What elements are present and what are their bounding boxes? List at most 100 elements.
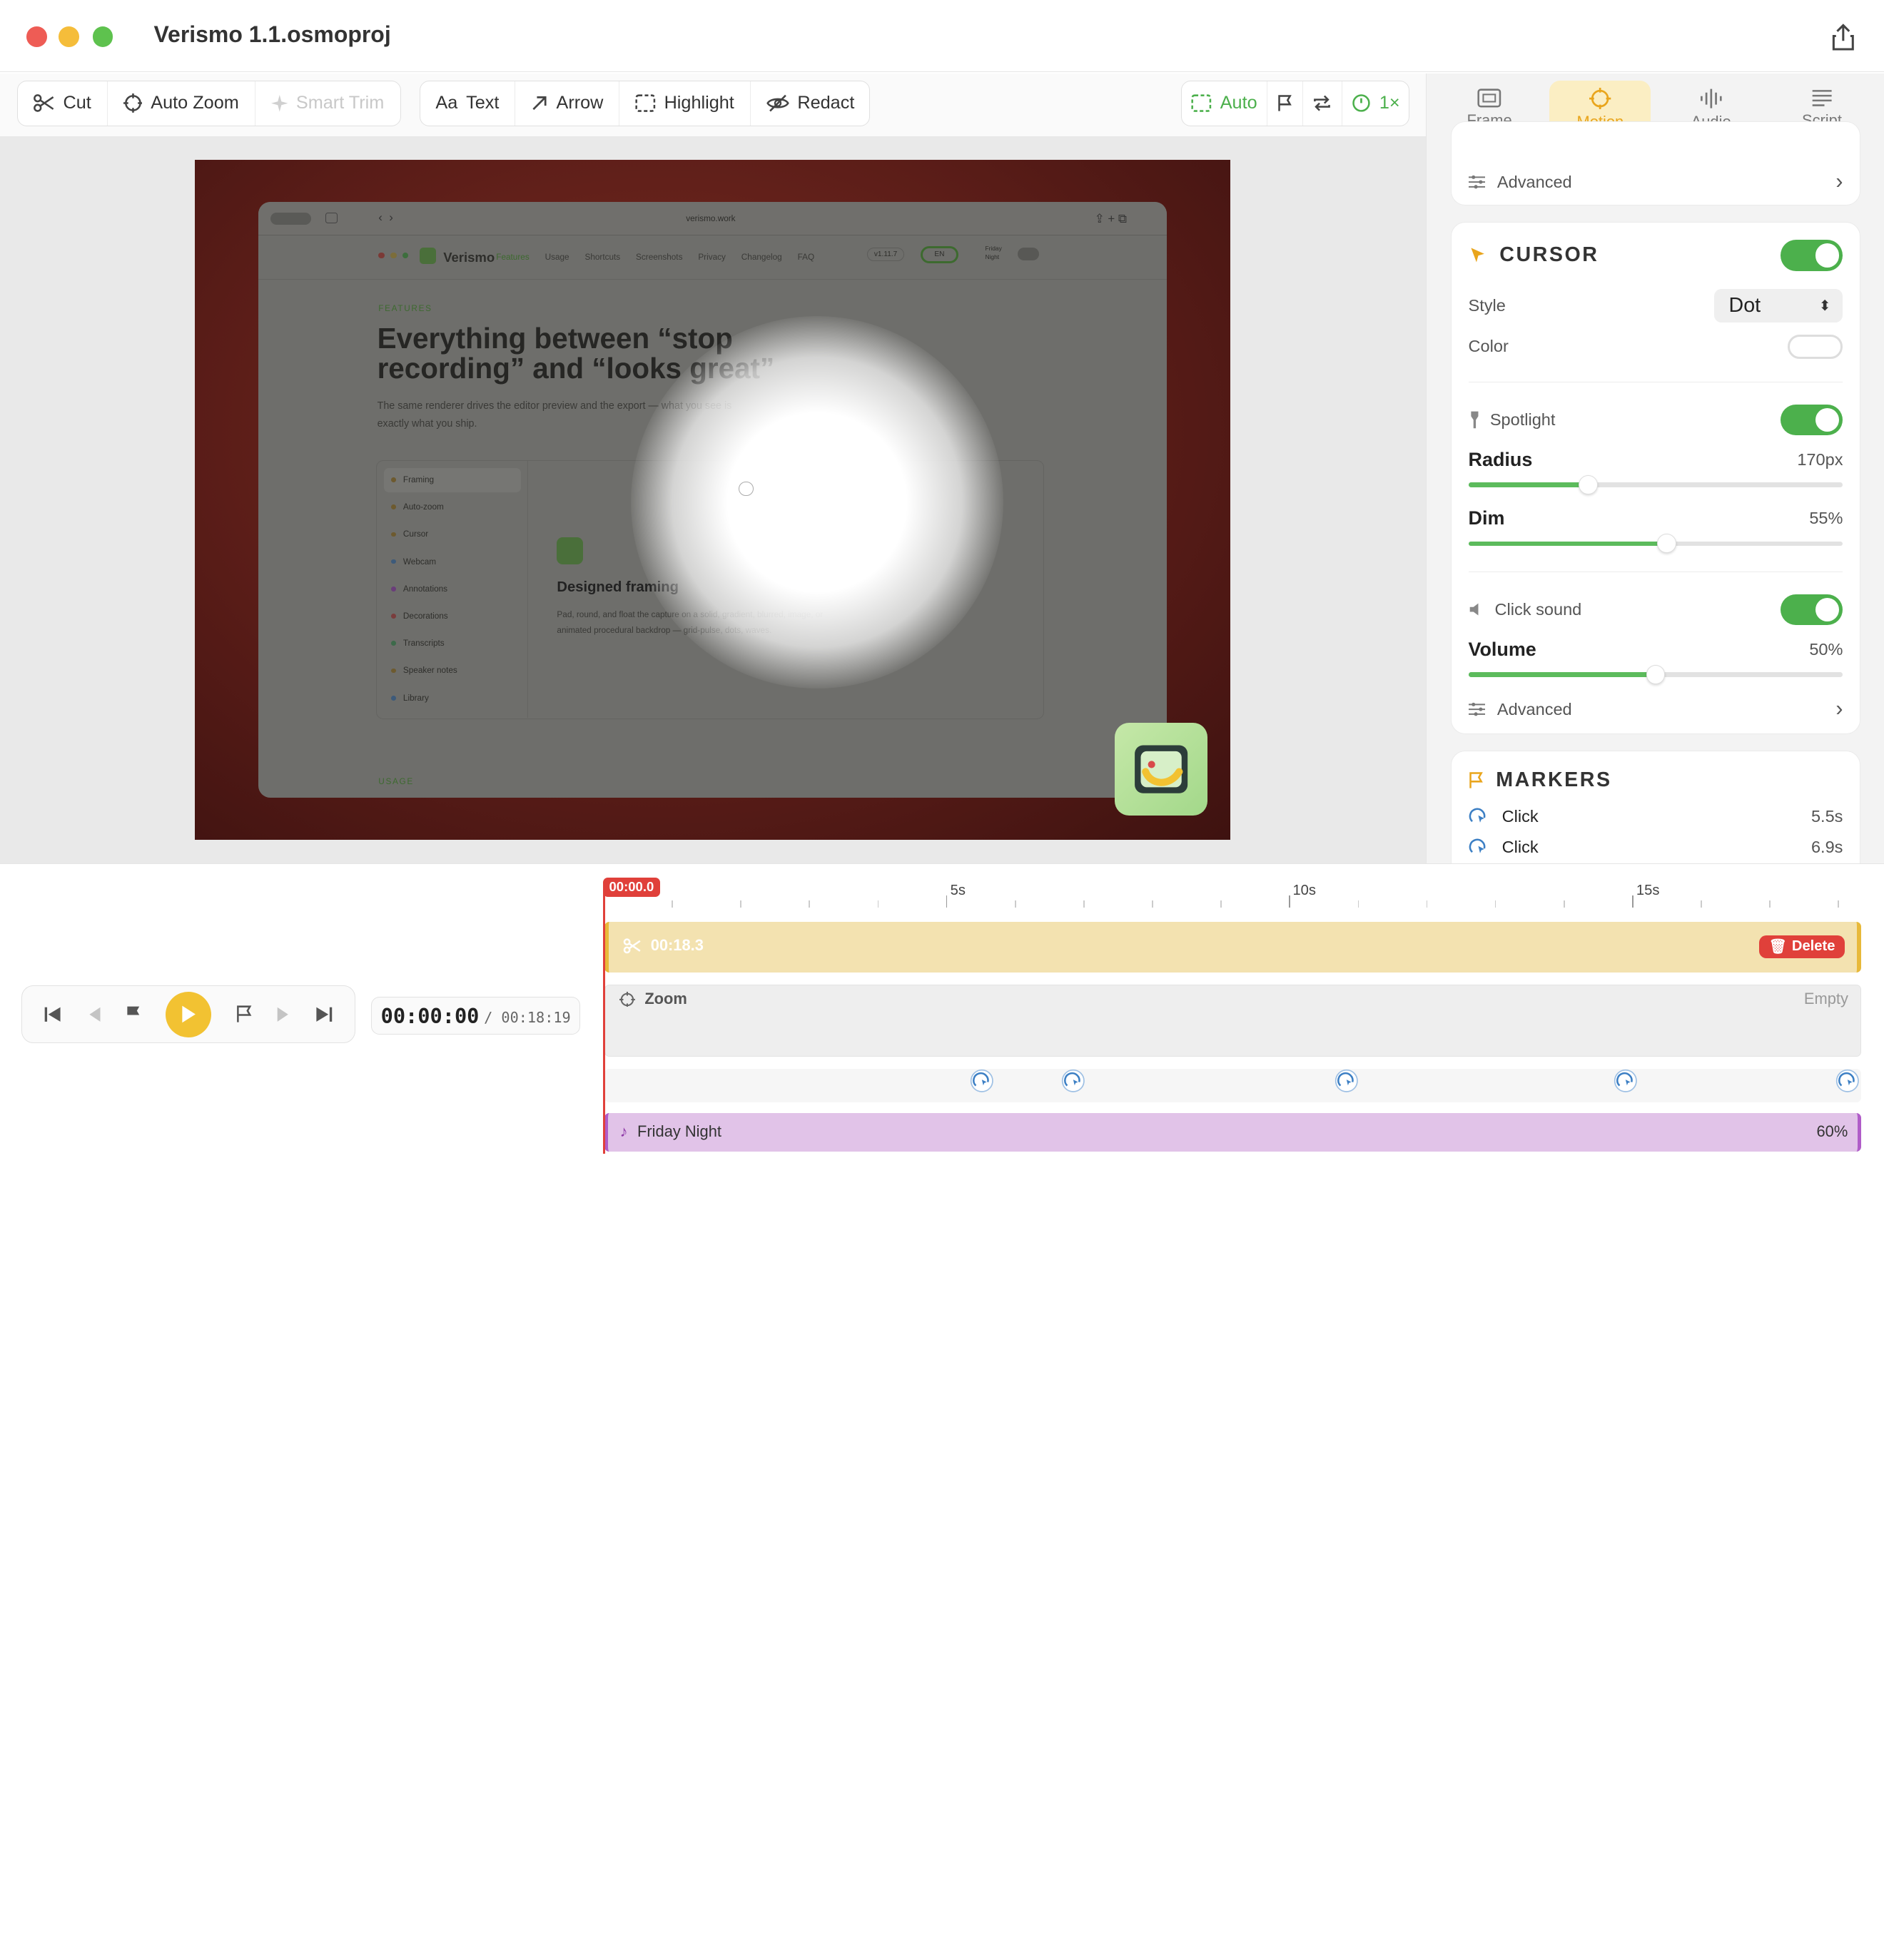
radius-label: Radius bbox=[1468, 448, 1533, 470]
feature-sidebar-item: Library bbox=[391, 694, 429, 703]
version-badge: v1.11.7 bbox=[867, 247, 904, 262]
smart-trim-button[interactable]: Smart Trim bbox=[255, 81, 400, 126]
marker-time: 5.5s bbox=[1810, 806, 1843, 826]
click-marker-icon[interactable] bbox=[1835, 1069, 1860, 1093]
loop-button[interactable] bbox=[1303, 81, 1342, 126]
style-select[interactable]: Dot ⬍ bbox=[1714, 289, 1843, 323]
slider-knob[interactable] bbox=[1579, 474, 1598, 494]
advanced-row-top[interactable]: Advanced › bbox=[1468, 170, 1843, 194]
play-button[interactable] bbox=[166, 991, 212, 1037]
marker-time: 6.9s bbox=[1810, 838, 1843, 857]
click-sound-toggle[interactable] bbox=[1780, 594, 1843, 626]
zoom-window-button[interactable] bbox=[92, 26, 113, 47]
volume-slider[interactable] bbox=[1468, 664, 1843, 684]
cursor-toggle[interactable] bbox=[1780, 240, 1843, 271]
clicks-track bbox=[604, 1068, 1861, 1102]
ruler-label: 10s bbox=[1292, 882, 1316, 898]
cut-button[interactable]: Cut bbox=[18, 81, 108, 126]
click-marker-icon[interactable] bbox=[1614, 1069, 1638, 1093]
dim-label: Dim bbox=[1468, 507, 1505, 529]
feature-sidebar-label: Webcam bbox=[402, 557, 437, 567]
playhead[interactable] bbox=[603, 885, 606, 1154]
skip-to-start-icon[interactable] bbox=[44, 1006, 63, 1023]
share-button[interactable] bbox=[1819, 14, 1867, 60]
ruler-tick bbox=[1838, 900, 1840, 908]
nav-link: Usage bbox=[545, 252, 569, 262]
color-swatch[interactable] bbox=[1788, 335, 1843, 359]
flag-icon bbox=[1277, 95, 1292, 111]
arrow-tool-button[interactable]: Arrow bbox=[515, 81, 620, 126]
flashlight-icon bbox=[1470, 411, 1478, 429]
divider bbox=[1468, 381, 1843, 383]
click-marker-icon[interactable] bbox=[1334, 1069, 1359, 1093]
timeline-area: 00:00:00 / 00:18:19 5s 10s 15s 00:18.3 🗑… bbox=[0, 863, 1884, 1154]
slider-fill bbox=[1468, 541, 1667, 547]
slider-fill bbox=[1468, 482, 1589, 487]
spotlight-row: Spotlight bbox=[1469, 404, 1843, 436]
text-tool-button[interactable]: Aa Text bbox=[420, 81, 516, 126]
close-window-button[interactable] bbox=[26, 26, 47, 47]
text-label: Text bbox=[466, 93, 500, 113]
scissors-icon bbox=[623, 938, 641, 953]
slider-knob[interactable] bbox=[1657, 534, 1677, 554]
timecode-display: 00:00:00 / 00:18:19 bbox=[371, 996, 581, 1035]
arrow-label: Arrow bbox=[556, 93, 604, 113]
frame-icon bbox=[1477, 88, 1501, 108]
feature-sidebar-label: Speaker notes bbox=[402, 666, 457, 676]
marker-item[interactable]: Click 6.9s bbox=[1469, 838, 1843, 857]
gauge-icon bbox=[1352, 94, 1370, 112]
highlight-tool-button[interactable]: Highlight bbox=[619, 81, 751, 126]
motion-icon bbox=[1589, 87, 1611, 109]
slider-knob[interactable] bbox=[1646, 664, 1666, 684]
skip-to-end-icon[interactable] bbox=[314, 1006, 333, 1023]
browser-actions-icons: ⇪ + ⧉ bbox=[1094, 212, 1127, 226]
webcam-overlay[interactable] bbox=[1115, 723, 1207, 816]
next-marker-icon[interactable] bbox=[236, 1005, 253, 1023]
click-marker-icon[interactable] bbox=[970, 1069, 994, 1093]
music-track[interactable]: ♪ Friday Night 60% bbox=[604, 1112, 1861, 1152]
delete-clip-button[interactable]: 🗑 Delete bbox=[1759, 935, 1845, 958]
ruler-tick bbox=[1769, 900, 1771, 908]
feature-sidebar-label: Transcripts bbox=[402, 639, 445, 649]
previous-marker-icon[interactable] bbox=[125, 1005, 142, 1023]
nav-link: Screenshots bbox=[636, 252, 683, 262]
dot-icon bbox=[390, 252, 397, 258]
dim-slider[interactable] bbox=[1468, 534, 1843, 554]
nav-link: Features bbox=[496, 252, 530, 262]
speed-button[interactable]: 1× bbox=[1342, 81, 1409, 126]
marker-item[interactable]: Click 5.5s bbox=[1469, 807, 1843, 826]
ruler-tick bbox=[1289, 895, 1291, 908]
play-icon bbox=[182, 1006, 196, 1023]
zoom-empty-label: Empty bbox=[1803, 990, 1848, 1008]
step-back-icon[interactable] bbox=[87, 1006, 101, 1023]
spotlight-toggle[interactable] bbox=[1780, 404, 1843, 436]
feature-sidebar-label: Annotations bbox=[402, 584, 448, 594]
ruler-tick bbox=[1357, 900, 1359, 908]
feature-sidebar-label: Cursor bbox=[402, 529, 429, 539]
auto-zoom-button[interactable]: Auto Zoom bbox=[108, 81, 255, 126]
playhead-time: 00:00.0 bbox=[603, 877, 660, 897]
dot-icon bbox=[391, 641, 396, 646]
lang-badge: EN bbox=[920, 246, 959, 263]
auto-frame-button[interactable]: Auto bbox=[1182, 81, 1268, 126]
advanced-row[interactable]: Advanced › bbox=[1468, 697, 1843, 721]
click-marker-icon[interactable] bbox=[1061, 1069, 1085, 1093]
trash-icon: 🗑 bbox=[1768, 939, 1788, 955]
preview-canvas[interactable]: ‹ › verismo.work ⇪ + ⧉ Verismo Features … bbox=[0, 136, 1427, 864]
delete-label: Delete bbox=[1791, 938, 1835, 955]
nav-link: Privacy bbox=[698, 252, 726, 262]
flag-button[interactable] bbox=[1267, 81, 1303, 126]
site-brand: Verismo bbox=[443, 250, 495, 265]
radius-slider[interactable] bbox=[1468, 474, 1843, 494]
step-forward-icon[interactable] bbox=[276, 1006, 290, 1023]
smart-trim-label: Smart Trim bbox=[295, 93, 385, 113]
minimize-window-button[interactable] bbox=[59, 26, 80, 47]
dim-value: 55% bbox=[1809, 509, 1843, 528]
redact-tool-button[interactable]: Redact bbox=[751, 81, 871, 126]
dot-icon bbox=[391, 695, 396, 701]
cursor-dot-icon bbox=[739, 482, 754, 497]
time-ruler[interactable]: 5s 10s 15s bbox=[603, 864, 1862, 912]
zoom-track[interactable]: Zoom Empty bbox=[604, 984, 1861, 1057]
framing-feature-icon bbox=[557, 537, 584, 564]
video-clip-track[interactable]: 00:18.3 🗑 Delete bbox=[604, 922, 1861, 973]
